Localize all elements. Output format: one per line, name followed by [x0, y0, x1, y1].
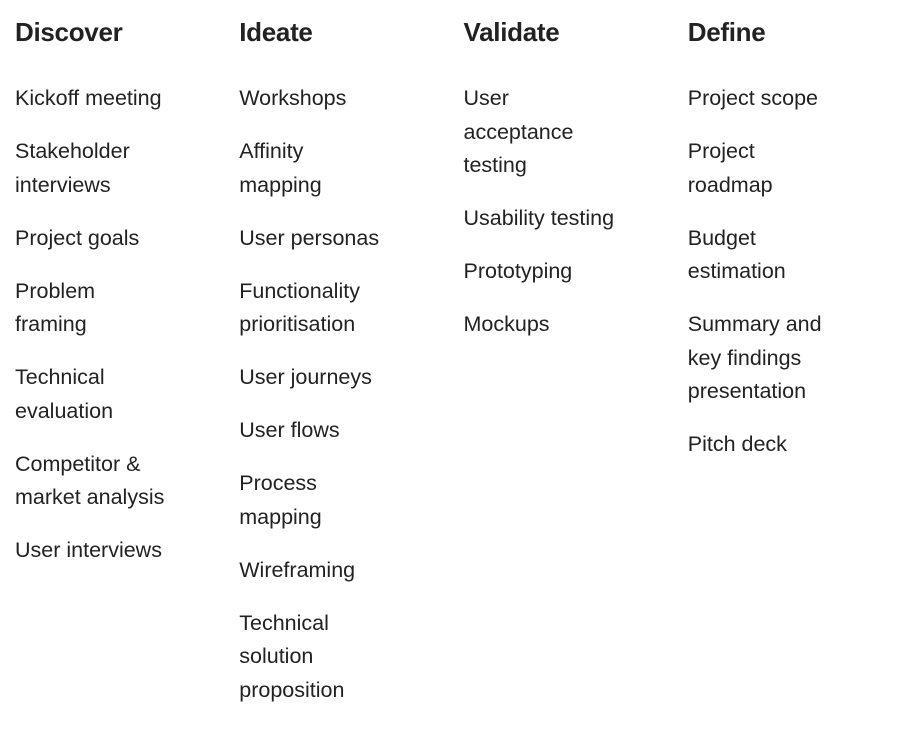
list-item: Workshops — [239, 86, 347, 110]
list-item: Functionality prioritisation — [239, 278, 360, 337]
item-list: Kickoff meeting Stakeholder interviews Pro… — [15, 82, 239, 568]
column-define: Define Project scope Project roadmap Budget… — [688, 14, 912, 727]
column-heading: Discover — [15, 17, 123, 47]
list-item: User journeys — [239, 365, 372, 389]
column-heading: Ideate — [239, 17, 313, 47]
list-item: Summary and key findings presentation — [687, 312, 822, 403]
list-item: Mockups — [463, 312, 550, 336]
column-validate: Validate User acceptance testing Usability… — [464, 14, 688, 727]
list-item: Prototyping — [463, 259, 573, 283]
column-heading: Define — [687, 17, 766, 47]
item-list: User acceptance testing Usability testing… — [464, 82, 688, 342]
list-item: Project goals — [15, 225, 140, 250]
item-list: Workshops Affinity mapping User personas Fu… — [239, 82, 463, 707]
list-item: Project scope — [687, 86, 819, 110]
list-item: User personas — [239, 225, 380, 250]
process-columns: Discover Kickoff meeting Stakeholder inter… — [0, 0, 912, 727]
list-item: Process mapping — [239, 471, 322, 529]
list-item: Competitor & market analysis — [15, 451, 165, 510]
column-ideate: Ideate Workshops Affinity mapping User pers… — [239, 14, 463, 727]
list-item: Problem framing — [15, 278, 96, 337]
list-item: Kickoff meeting — [15, 86, 162, 110]
list-item: Budget estimation — [687, 225, 786, 284]
list-item: User interviews — [15, 538, 162, 562]
item-list: Project scope Project roadmap Budget estim… — [688, 82, 912, 462]
list-item: Technical solution proposition — [239, 610, 345, 702]
column-heading: Validate — [463, 17, 560, 47]
list-item: Wireframing — [239, 557, 356, 582]
list-item: Technical evaluation — [15, 365, 114, 423]
list-item: Affinity mapping — [239, 139, 322, 197]
list-item: Stakeholder interviews — [15, 139, 130, 197]
column-discover: Discover Kickoff meeting Stakeholder inter… — [15, 14, 239, 727]
list-item: Usability testing — [463, 206, 615, 230]
list-item: Pitch deck — [687, 432, 787, 456]
list-item: User acceptance testing — [463, 86, 574, 177]
list-item: Project roadmap — [687, 139, 773, 197]
list-item: User flows — [239, 418, 340, 442]
